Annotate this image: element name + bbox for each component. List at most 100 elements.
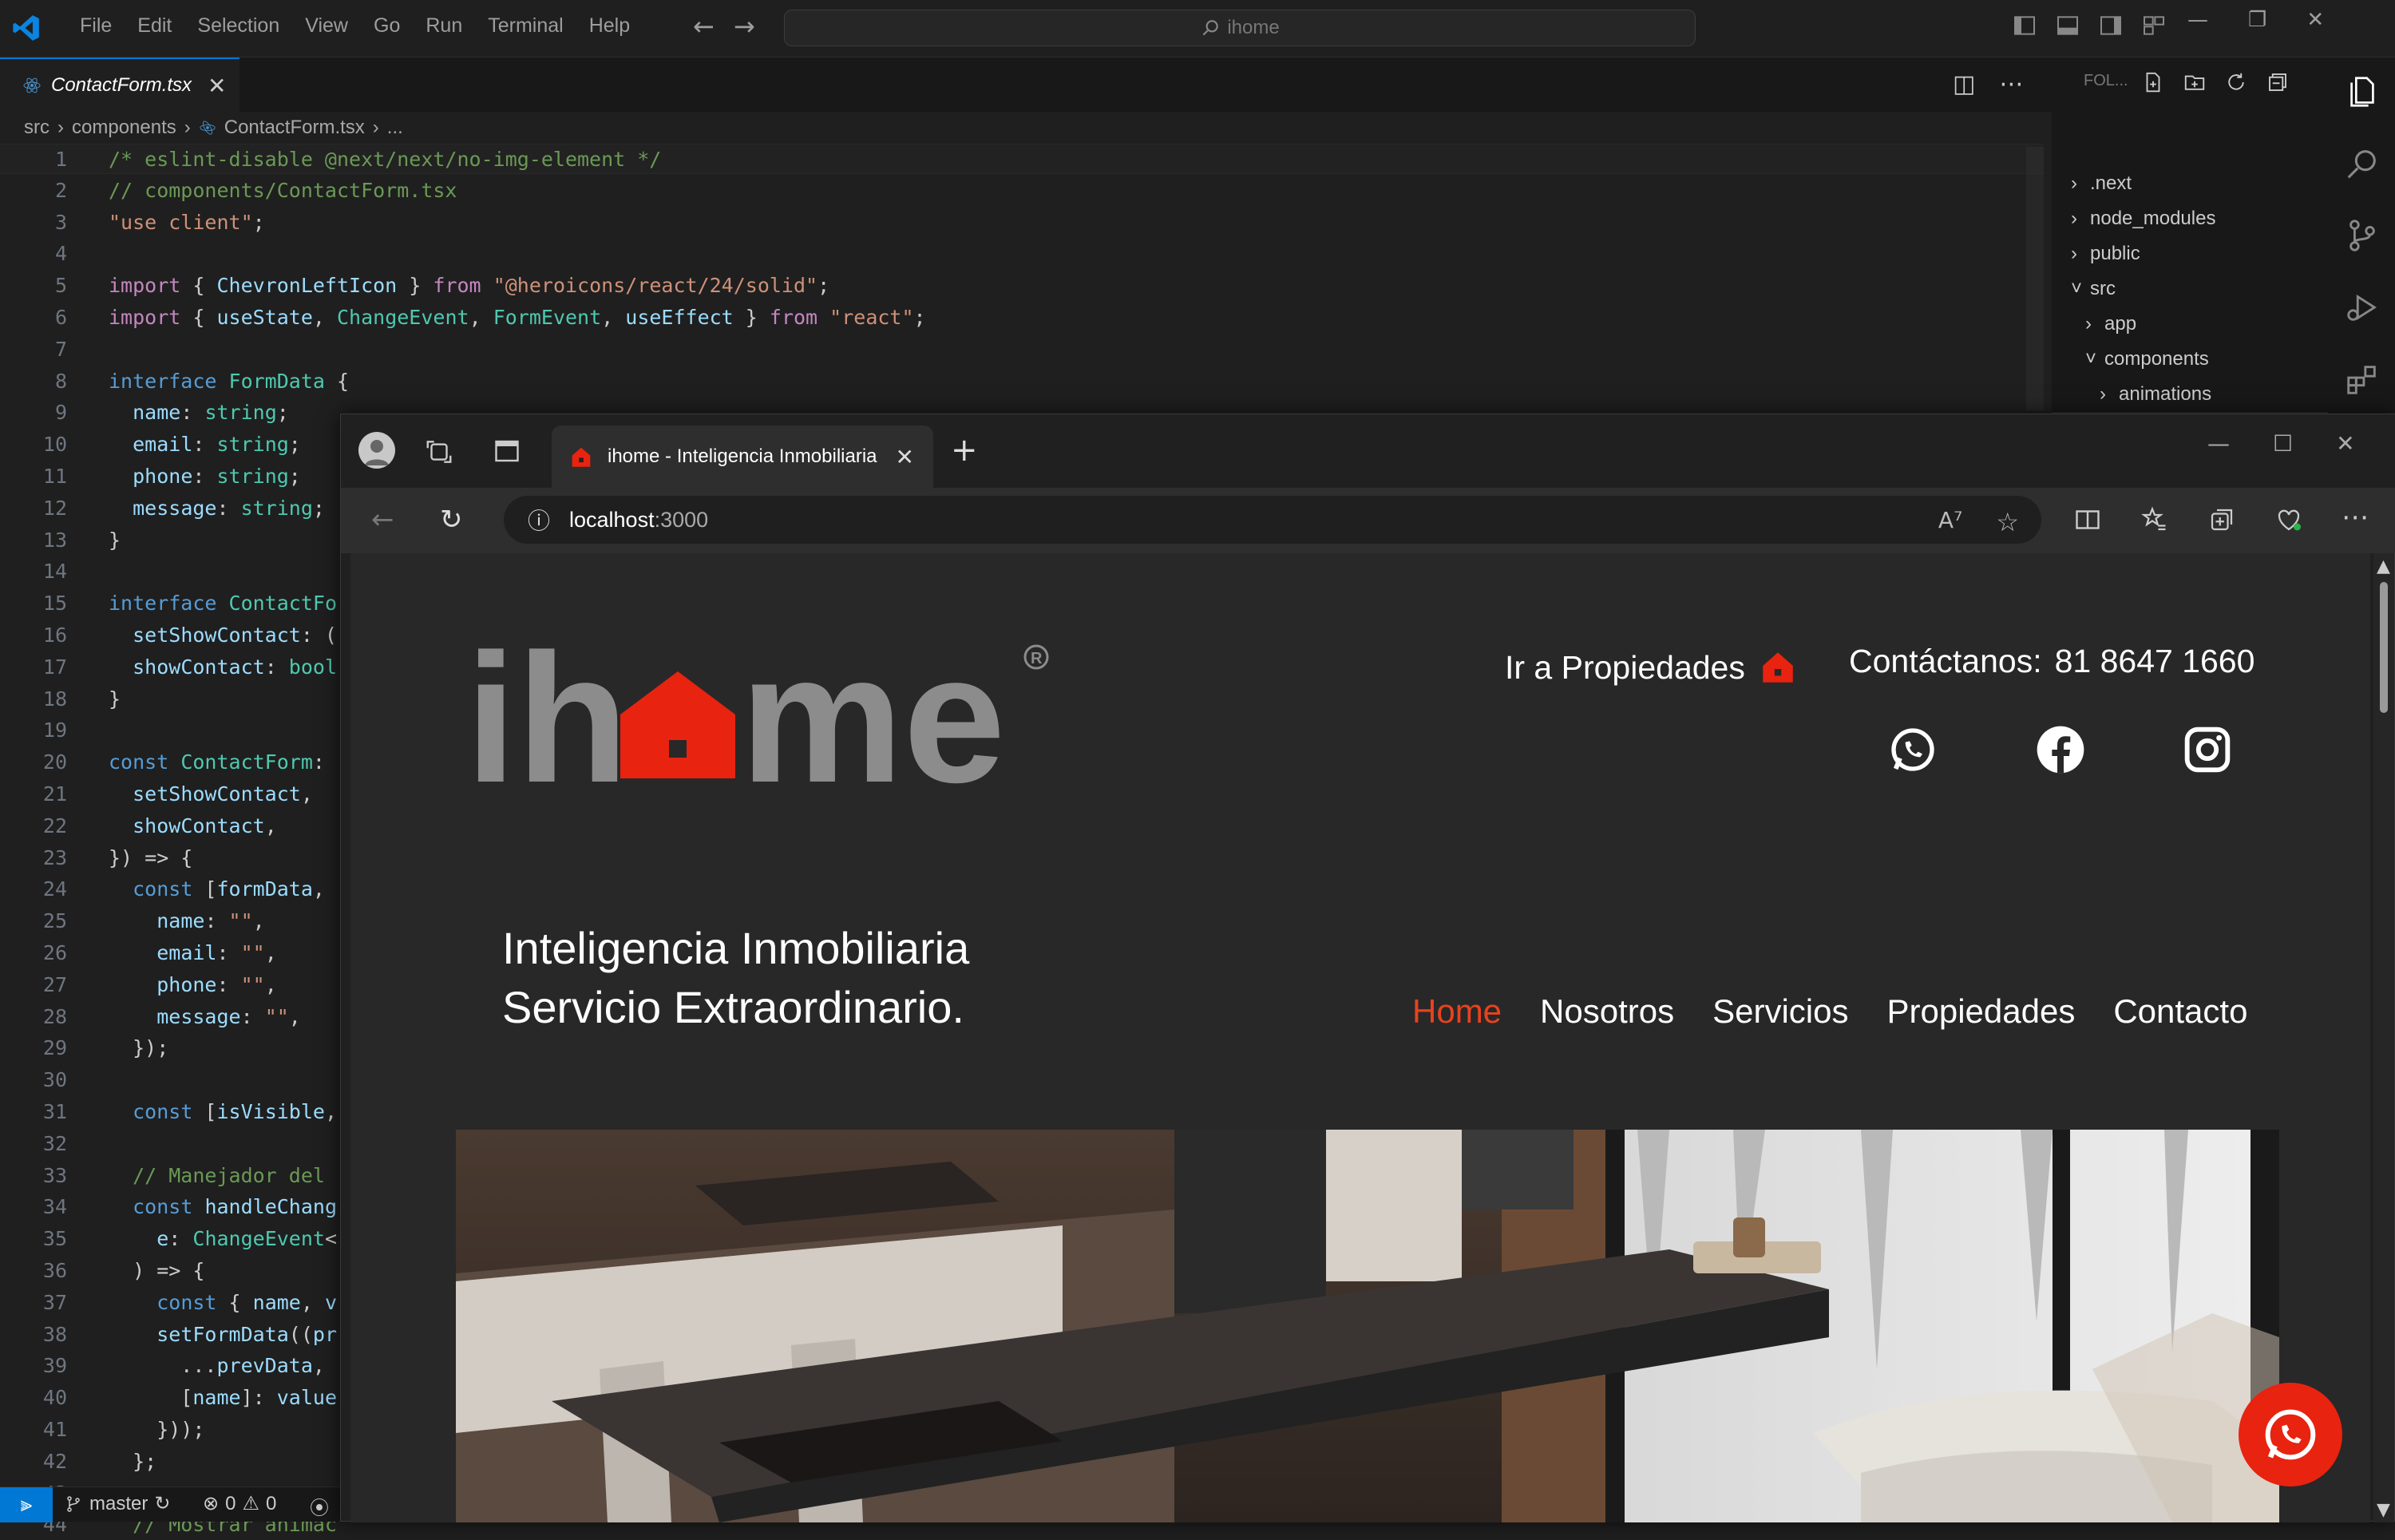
- maximize-icon[interactable]: ☐: [2273, 430, 2293, 457]
- nav-link-propiedades[interactable]: Propiedades: [1887, 992, 2076, 1031]
- tree-item[interactable]: › .next: [2052, 166, 2328, 201]
- source-control-icon[interactable]: [2344, 217, 2381, 254]
- line-number: 5: [54, 274, 67, 298]
- line-number: 27: [42, 972, 67, 996]
- whatsapp-floating-button[interactable]: [2239, 1383, 2342, 1487]
- code-line[interactable]: 3 "use client";: [0, 208, 2044, 238]
- branch-indicator[interactable]: master ↻: [64, 1492, 170, 1515]
- menu-item-view[interactable]: View: [292, 14, 361, 38]
- branch-name: master: [89, 1492, 148, 1514]
- read-aloud-icon[interactable]: A⁷: [1938, 507, 1962, 537]
- customize-layout-icon[interactable]: [2141, 13, 2167, 38]
- minimize-icon[interactable]: —: [2187, 8, 2208, 32]
- new-folder-icon[interactable]: [2183, 70, 2207, 94]
- code-line[interactable]: 2 // components/ContactForm.tsx: [0, 176, 2044, 206]
- extensions-icon[interactable]: [2344, 361, 2381, 398]
- site-info-icon[interactable]: ⓘ: [528, 504, 550, 536]
- browser-essentials-icon[interactable]: [2274, 505, 2303, 534]
- line-text: }));: [109, 1418, 205, 1441]
- search-icon[interactable]: [2344, 145, 2381, 182]
- line-number: 29: [42, 1036, 67, 1060]
- close-icon[interactable]: ✕: [2306, 8, 2324, 32]
- back-icon[interactable]: ←: [371, 504, 394, 536]
- code-line[interactable]: 5 import { ChevronLeftIcon } from "@heroi…: [0, 271, 2044, 301]
- explorer-actions: [2141, 70, 2290, 94]
- refresh-icon[interactable]: ↻: [440, 504, 463, 536]
- favorites-icon[interactable]: [2140, 505, 2169, 534]
- menu-item-run[interactable]: Run: [413, 14, 475, 38]
- ports-indicator[interactable]: ⦿: [310, 1492, 329, 1520]
- favorite-star-icon[interactable]: ☆: [1996, 507, 2019, 537]
- profile-avatar[interactable]: [358, 432, 395, 469]
- address-bar[interactable]: ⓘ localhost:3000 A⁷ ☆: [504, 496, 2041, 544]
- toggle-primary-sidebar-icon[interactable]: [2012, 13, 2037, 38]
- collections-icon[interactable]: [2207, 505, 2236, 534]
- workspaces-icon[interactable]: [424, 437, 454, 467]
- page-scrollbar[interactable]: ▲ ▼: [2373, 553, 2394, 1522]
- breadcrumb-item[interactable]: components: [72, 117, 176, 139]
- toggle-panel-icon[interactable]: [2055, 13, 2080, 38]
- explorer-header: FOL...: [2084, 72, 2128, 89]
- close-icon[interactable]: ✕: [2336, 430, 2354, 457]
- more-actions-icon[interactable]: ⋯: [1999, 70, 2023, 98]
- settings-more-icon[interactable]: ⋯: [2342, 504, 2369, 534]
- whatsapp-icon[interactable]: [1887, 724, 1938, 775]
- facebook-icon[interactable]: [2035, 724, 2086, 775]
- back-arrow-icon[interactable]: ←: [693, 11, 715, 42]
- page-scrollbar-thumb[interactable]: [2380, 582, 2388, 713]
- nav-link-contacto[interactable]: Contacto: [2113, 992, 2247, 1031]
- minimize-icon[interactable]: —: [2207, 430, 2230, 457]
- toggle-secondary-sidebar-icon[interactable]: [2098, 13, 2124, 38]
- tree-item[interactable]: › app: [2052, 307, 2328, 342]
- restore-icon[interactable]: ❐: [2248, 8, 2266, 32]
- chevron-down-icon: ˅: [2085, 348, 2097, 370]
- breadcrumb-item[interactable]: src: [24, 117, 49, 139]
- menu-item-selection[interactable]: Selection: [184, 14, 292, 38]
- menu-item-file[interactable]: File: [67, 14, 125, 38]
- nav-link-nosotros[interactable]: Nosotros: [1540, 992, 1674, 1031]
- menu-item-go[interactable]: Go: [361, 14, 413, 38]
- new-tab-icon[interactable]: +: [951, 432, 978, 469]
- code-line[interactable]: 7: [0, 335, 2044, 365]
- tab-close-icon[interactable]: ✕: [208, 73, 226, 99]
- properties-link[interactable]: Ir a Propiedades: [1505, 647, 1798, 687]
- close-tab-icon[interactable]: ✕: [896, 444, 914, 470]
- remote-indicator[interactable]: ⫸: [0, 1487, 53, 1522]
- explorer-icon[interactable]: [2344, 73, 2381, 110]
- problems-indicator[interactable]: ⊗ 0 ⚠ 0: [203, 1492, 276, 1515]
- ihome-logo[interactable]: ih me R: [465, 630, 1056, 798]
- contact-phone[interactable]: 81 8647 1660: [2055, 643, 2255, 680]
- editor-scrollbar[interactable]: [2026, 147, 2044, 410]
- breadcrumb-item[interactable]: ContactForm.tsx: [224, 117, 365, 139]
- code-line[interactable]: 4: [0, 239, 2044, 269]
- breadcrumb-item[interactable]: ...: [387, 117, 403, 139]
- new-file-icon[interactable]: [2141, 70, 2165, 94]
- run-debug-icon[interactable]: [2344, 289, 2381, 326]
- code-line[interactable]: 1 /* eslint-disable @next/next/no-img-ele…: [0, 144, 2044, 174]
- refresh-icon[interactable]: [2224, 70, 2248, 94]
- scroll-down-icon[interactable]: ▼: [2377, 1500, 2390, 1520]
- split-editor-icon[interactable]: ◫: [1953, 70, 1975, 98]
- command-center-search[interactable]: ihome: [784, 10, 1696, 46]
- collapse-all-icon[interactable]: [2266, 70, 2290, 94]
- tree-item[interactable]: ˅ components: [2052, 342, 2328, 377]
- vertical-tabs-icon[interactable]: [493, 437, 521, 465]
- nav-link-home[interactable]: Home: [1412, 992, 1502, 1031]
- instagram-icon[interactable]: [2182, 724, 2233, 775]
- nav-link-servicios[interactable]: Servicios: [1712, 992, 1848, 1031]
- menu-item-terminal[interactable]: Terminal: [475, 14, 576, 38]
- line-number: 9: [54, 401, 67, 425]
- tree-item[interactable]: › public: [2052, 236, 2328, 271]
- tree-item[interactable]: › node_modules: [2052, 201, 2328, 236]
- menu-item-edit[interactable]: Edit: [125, 14, 184, 38]
- code-line[interactable]: 6 import { useState, ChangeEvent, FormEve…: [0, 303, 2044, 333]
- browser-tab-active[interactable]: ihome - Inteligencia Inmobiliaria ✕: [552, 426, 933, 488]
- scroll-up-icon[interactable]: ▲: [2377, 556, 2390, 576]
- forward-arrow-icon[interactable]: →: [734, 11, 755, 42]
- split-screen-icon[interactable]: [2073, 505, 2102, 534]
- editor-tab[interactable]: ContactForm.tsx ✕: [0, 57, 240, 112]
- menu-item-help[interactable]: Help: [576, 14, 643, 38]
- code-line[interactable]: 8 interface FormData {: [0, 366, 2044, 397]
- tree-item[interactable]: › animations: [2052, 377, 2328, 412]
- tree-item[interactable]: ˅ src: [2052, 271, 2328, 307]
